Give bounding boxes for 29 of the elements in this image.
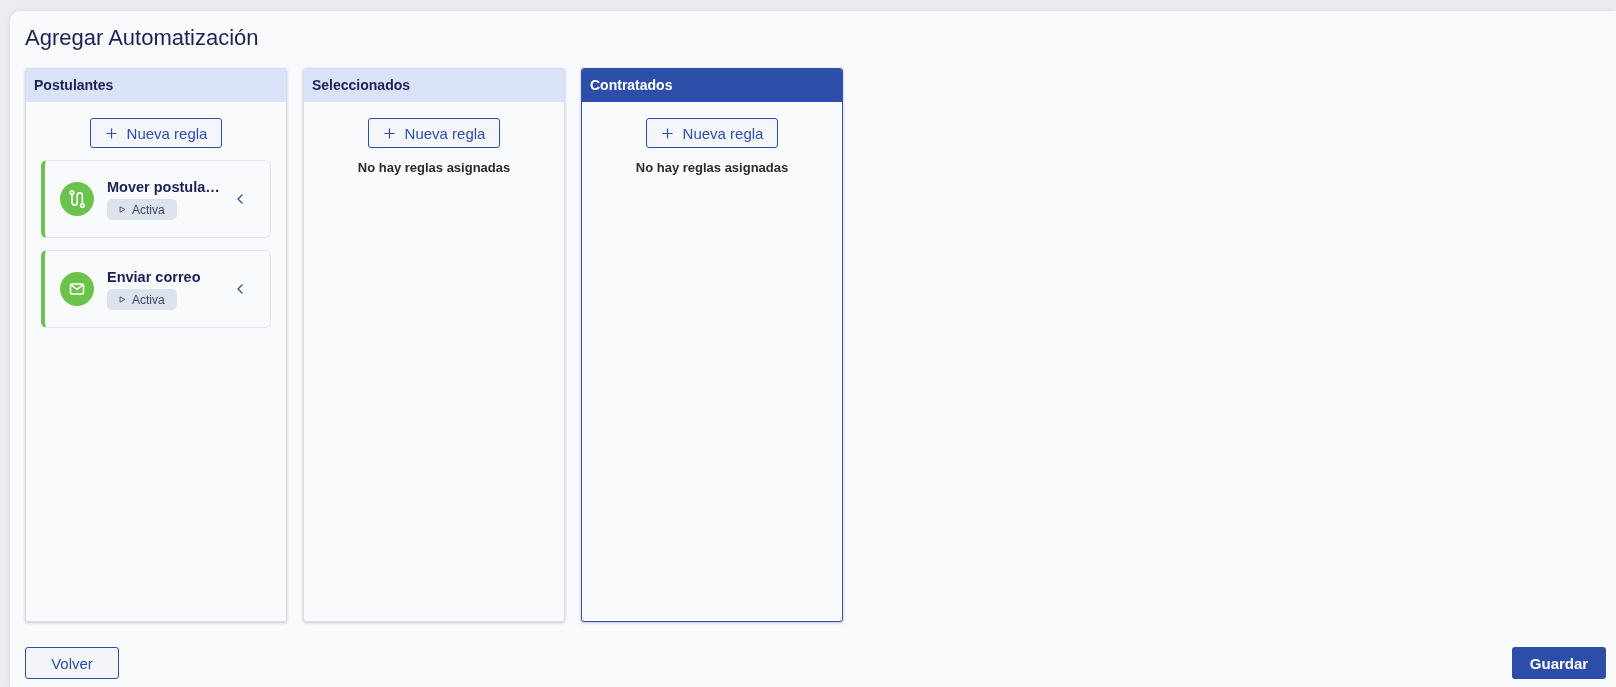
new-rule-button[interactable]: Nueva regla — [367, 118, 501, 148]
column-header: Seleccionados — [304, 69, 564, 102]
empty-message: No hay reglas asignadas — [357, 160, 511, 175]
plus-icon — [661, 127, 673, 139]
plus-icon — [105, 127, 117, 139]
chevron-left-icon[interactable] — [237, 284, 243, 294]
new-rule-button[interactable]: Nueva regla — [89, 118, 223, 148]
play-icon — [119, 206, 126, 213]
route-icon — [60, 182, 94, 216]
rule-card[interactable]: Mover postula… Activa — [41, 160, 271, 238]
envelope-icon — [60, 272, 94, 306]
empty-message: No hay reglas asignadas — [635, 160, 789, 175]
column-header: Contratados — [582, 69, 842, 102]
back-button[interactable]: Volver — [25, 647, 119, 679]
stage-column[interactable]: Contratados Nueva regla No hay reglas asignadas — [581, 68, 843, 622]
rule-card[interactable]: Enviar correo Activa — [41, 250, 271, 328]
play-icon — [119, 296, 126, 303]
rule-title: Enviar correo — [107, 268, 201, 286]
status-text: Activa — [132, 202, 165, 217]
chevron-left-icon[interactable] — [237, 194, 243, 204]
plus-icon — [383, 127, 395, 139]
stage-column[interactable]: Seleccionados Nueva regla No hay reglas asignadas — [303, 68, 565, 622]
stage-column[interactable]: Postulantes Nueva regla Mover postula… Activa Enviar correo Activa — [25, 68, 287, 622]
rule-title: Mover postula… — [107, 178, 220, 196]
new-rule-button[interactable]: Nueva regla — [645, 118, 779, 148]
save-button[interactable]: Guardar — [1512, 647, 1606, 679]
column-header: Postulantes — [26, 69, 286, 102]
dialog-title: Agregar Automatización — [25, 25, 259, 51]
status-text: Activa — [132, 292, 165, 307]
